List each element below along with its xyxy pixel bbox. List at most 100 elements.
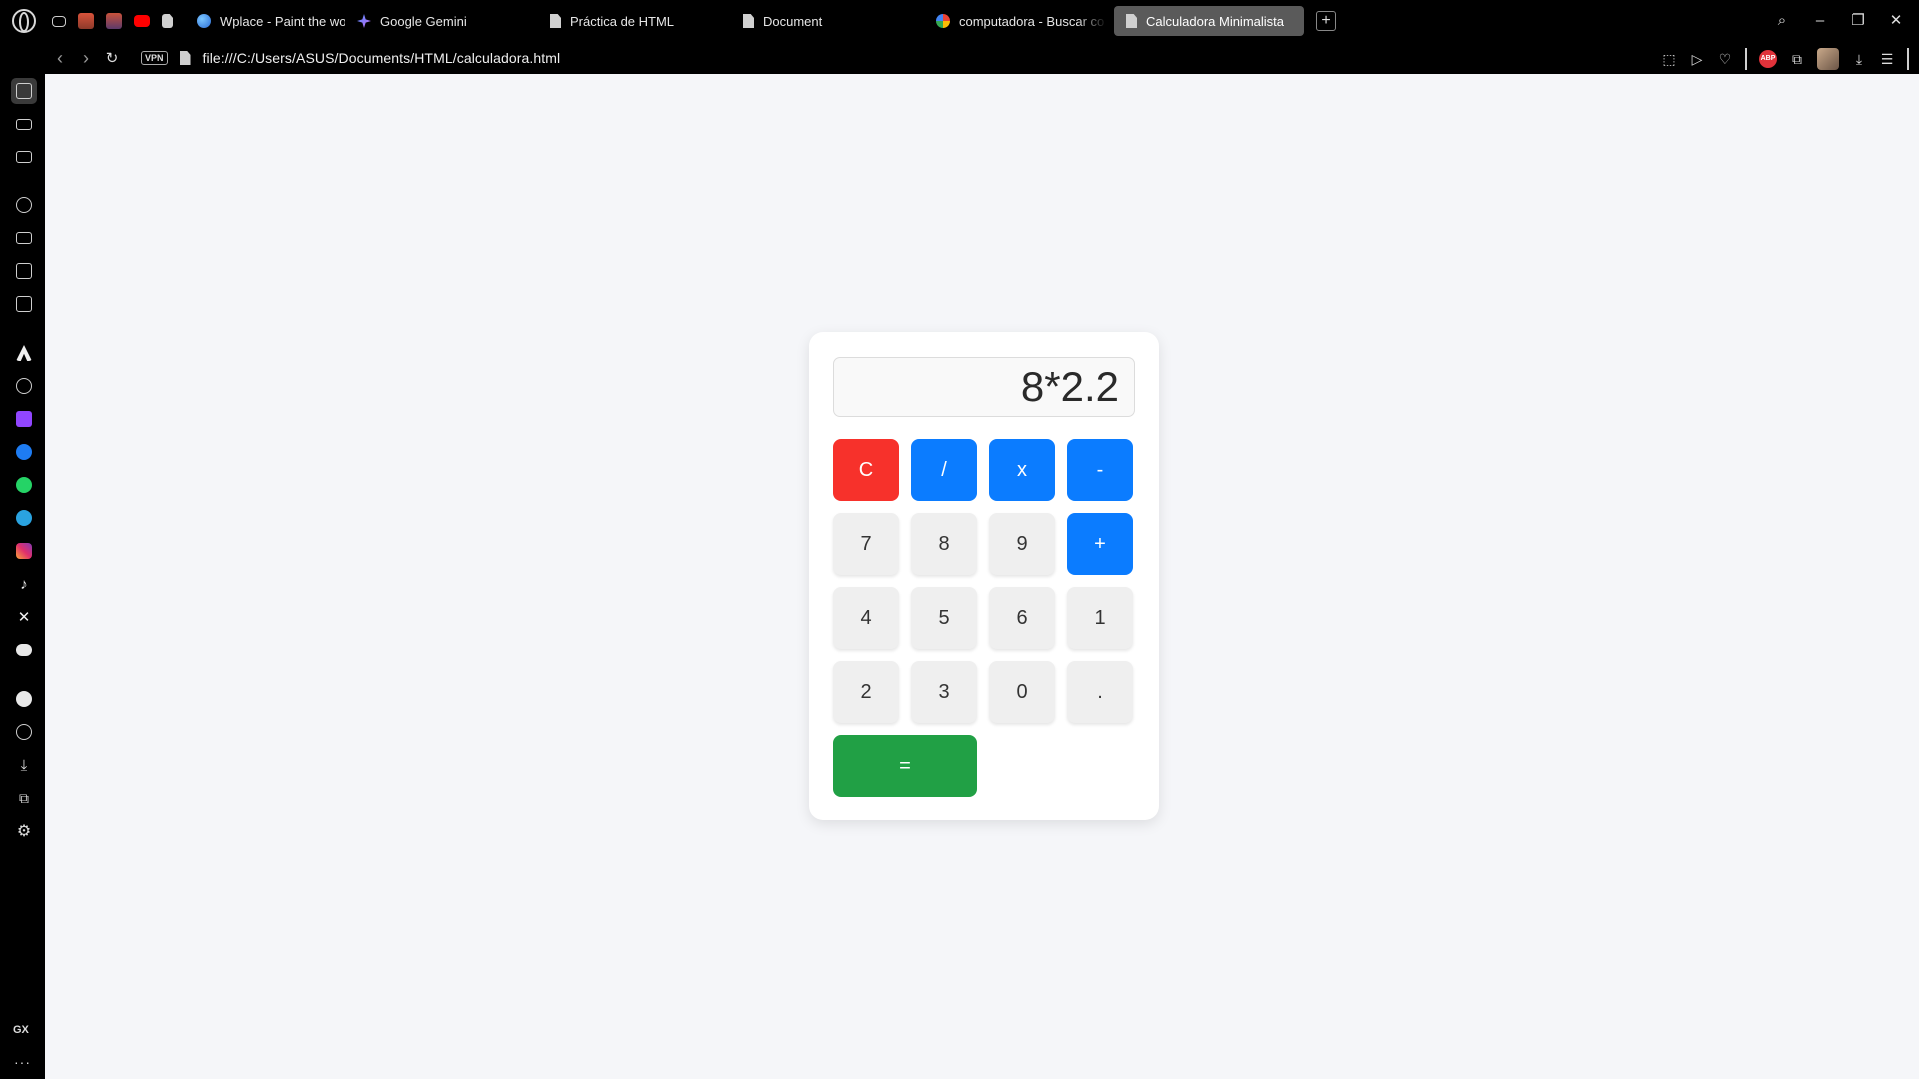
new-tab-button[interactable]: +: [1316, 11, 1336, 31]
divide-button[interactable]: /: [911, 439, 977, 501]
pinned-tabs: [52, 13, 173, 29]
vpn-badge[interactable]: VPN: [141, 51, 168, 65]
youtube-icon[interactable]: [134, 15, 150, 27]
digit-0-button[interactable]: 0: [989, 661, 1055, 723]
decimal-button[interactable]: .: [1067, 661, 1133, 723]
home-icon: [16, 83, 32, 99]
more-icon[interactable]: ···: [14, 1054, 31, 1070]
sidebar-cleaner[interactable]: [11, 225, 37, 251]
pinned-tab-icon[interactable]: [106, 13, 122, 29]
add-button[interactable]: +: [1067, 513, 1133, 575]
digit-3-button[interactable]: 3: [911, 661, 977, 723]
game-controller-icon[interactable]: [52, 15, 66, 27]
game-controller-icon: [16, 118, 32, 130]
sidebar-instagram[interactable]: [11, 538, 37, 564]
tab-practica-html[interactable]: Práctica de HTML: [538, 6, 731, 36]
tab-google-search[interactable]: computadora - Buscar co: [924, 6, 1107, 36]
history-icon: [16, 724, 32, 740]
sidebar-tiktok[interactable]: ♪: [11, 571, 37, 597]
snapshot-icon[interactable]: ⬚: [1661, 51, 1677, 67]
gx-label[interactable]: GX: [13, 1024, 29, 1036]
restore-icon[interactable]: ❐: [1849, 11, 1867, 31]
sidebar-discord[interactable]: [11, 637, 37, 663]
digit-1-button[interactable]: 1: [1067, 587, 1133, 649]
page-viewport: 8*2.2 C / x - 7 8 9 + 4 5 6 1 2 3 0 . =: [45, 74, 1919, 1079]
heart-icon[interactable]: ♡: [1717, 51, 1733, 67]
subtract-button[interactable]: -: [1067, 439, 1133, 501]
player-icon: [16, 151, 32, 163]
address-bar: ‹ › ↻ VPN file:///C:/Users/ASUS/Document…: [0, 42, 1919, 74]
messenger-icon: [16, 444, 32, 460]
tab-label: Google Gemini: [380, 13, 467, 29]
sidebar-chatgpt[interactable]: [11, 373, 37, 399]
reload-icon[interactable]: ↻: [99, 49, 125, 67]
tab-label: Wplace - Paint the world: [220, 13, 345, 29]
sidebar-home[interactable]: [11, 78, 37, 104]
tab-document[interactable]: Document: [731, 6, 924, 36]
multiply-button[interactable]: x: [989, 439, 1055, 501]
digit-6-button[interactable]: 6: [989, 587, 1055, 649]
adblock-extension-icon[interactable]: ABP: [1759, 50, 1777, 68]
digit-7-button[interactable]: 7: [833, 513, 899, 575]
sidebar-twitch[interactable]: [11, 406, 37, 432]
minimize-icon[interactable]: –: [1811, 11, 1829, 31]
x-icon: ✕: [17, 609, 31, 626]
opera-menu-icon[interactable]: [12, 9, 36, 33]
sidebar-settings[interactable]: ⚙: [11, 818, 37, 844]
sidebar-extensions[interactable]: ⧉: [11, 785, 37, 811]
clear-button[interactable]: C: [833, 439, 899, 501]
wallpaper-icon: [16, 263, 32, 279]
document-icon: [1126, 14, 1137, 28]
cleaner-icon: [16, 232, 32, 244]
sidebar-downloads[interactable]: ⤓: [11, 752, 37, 778]
digit-4-button[interactable]: 4: [833, 587, 899, 649]
url-field[interactable]: file:///C:/Users/ASUS/Documents/HTML/cal…: [203, 50, 561, 66]
search-tabs-icon[interactable]: ⌕: [1773, 11, 1791, 31]
gemini-icon: [357, 14, 371, 28]
digit-5-button[interactable]: 5: [911, 587, 977, 649]
mods-icon: [16, 296, 32, 312]
sidebar-wallpapers[interactable]: [11, 258, 37, 284]
close-icon[interactable]: ✕: [1887, 11, 1905, 31]
sidebar-x[interactable]: ✕: [11, 604, 37, 630]
forward-icon[interactable]: ›: [73, 48, 99, 69]
document-icon: [550, 14, 561, 28]
tab-label: Calculadora Minimalista: [1146, 13, 1284, 29]
pinned-tab-icon[interactable]: [78, 13, 94, 29]
download-icon[interactable]: ⤓: [1851, 51, 1867, 67]
sidebar-gx-corner[interactable]: [11, 111, 37, 137]
sidebar-mods[interactable]: [11, 291, 37, 317]
toolbar-right: ⬚ ▷ ♡ ABP ⧉ ⤓ ☰: [1661, 48, 1909, 70]
google-icon: [936, 14, 950, 28]
sidebar-player[interactable]: [11, 144, 37, 170]
sidebar-telegram[interactable]: [11, 505, 37, 531]
digit-9-button[interactable]: 9: [989, 513, 1055, 575]
document-icon: [743, 14, 754, 28]
sidebar-spotify[interactable]: [11, 686, 37, 712]
sidebar-whatsapp[interactable]: [11, 472, 37, 498]
tab-label: computadora - Buscar co: [959, 13, 1105, 29]
discord-icon: [16, 644, 32, 656]
back-icon[interactable]: ‹: [47, 48, 73, 69]
sidebar-aria[interactable]: [11, 340, 37, 366]
send-icon[interactable]: ▷: [1689, 51, 1705, 67]
sidebar-control[interactable]: [11, 192, 37, 218]
easy-setup-icon[interactable]: ☰: [1879, 51, 1895, 67]
tiktok-icon: ♪: [20, 575, 28, 593]
page-info-icon[interactable]: [179, 51, 191, 65]
tab-label: Práctica de HTML: [570, 13, 675, 29]
tab-wplace[interactable]: Wplace - Paint the world: [185, 6, 345, 36]
instagram-icon: [16, 543, 32, 559]
profile-avatar[interactable]: [1817, 48, 1839, 70]
sidebar-history[interactable]: [11, 719, 37, 745]
extensions-icon[interactable]: ⧉: [1789, 51, 1805, 67]
digit-2-button[interactable]: 2: [833, 661, 899, 723]
equals-button[interactable]: =: [833, 735, 977, 797]
digit-8-button[interactable]: 8: [911, 513, 977, 575]
document-icon[interactable]: [162, 14, 173, 28]
tab-gemini[interactable]: Google Gemini: [345, 6, 538, 36]
tab-calculadora[interactable]: Calculadora Minimalista: [1114, 6, 1304, 36]
spotify-icon: [16, 691, 32, 707]
calculator: 8*2.2 C / x - 7 8 9 + 4 5 6 1 2 3 0 . =: [809, 332, 1159, 820]
sidebar-messenger[interactable]: [11, 439, 37, 465]
